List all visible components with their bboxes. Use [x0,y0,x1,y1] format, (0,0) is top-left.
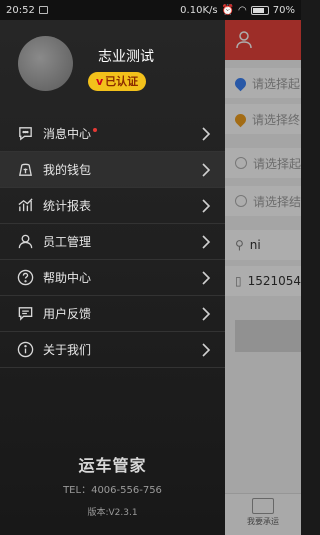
wallet-icon [16,161,34,179]
alarm-icon: ⏰ [221,4,235,16]
chevron-right-icon [201,126,211,142]
image-notification-icon [38,6,48,14]
verified-icon: v [96,75,104,88]
chevron-right-icon [201,270,211,286]
verified-badge: v 已认证 [88,72,147,91]
chevron-right-icon [201,342,211,358]
info-icon [16,341,34,359]
wifi-icon: ◠ [238,4,247,16]
chart-icon [16,197,34,215]
menu-item-messages[interactable]: 消息中心 [0,116,225,152]
network-speed: 0.10K/s [180,4,218,16]
avatar[interactable] [18,36,73,91]
help-icon [16,269,34,287]
menu-item-employees[interactable]: 员工管理 [0,224,225,260]
person-icon [16,233,34,251]
chevron-right-icon [201,198,211,214]
username: 志业测试 [98,49,154,65]
menu-item-feedback[interactable]: 用户反馈 [0,296,225,332]
chevron-right-icon [201,162,211,178]
status-time: 20:52 [6,4,35,16]
chevron-right-icon [201,234,211,250]
drawer-scrim[interactable] [225,20,301,535]
battery-icon [250,5,269,15]
app-version: 版本:V2.3.1 [87,508,138,518]
menu-item-about[interactable]: 关于我们 [0,332,225,368]
menu-item-reports[interactable]: 统计报表 [0,188,225,224]
unread-dot [93,127,98,132]
chevron-right-icon [201,306,211,322]
menu-item-help[interactable]: 帮助中心 [0,260,225,296]
drawer-menu: 消息中心 我的钱包 统计报表 员工管理 帮助中心 用户反馈 关于我们 [0,116,225,368]
app-brand: 运车管家 [78,456,147,475]
status-bar: 20:52 0.10K/s ⏰ ◠ 70% [0,0,301,20]
feedback-icon [16,305,34,323]
contact-phone[interactable]: TEL：4006-556-756 [0,481,225,496]
message-icon [16,125,34,143]
navigation-drawer: 志业测试 v 已认证 消息中心 我的钱包 统计报表 员工管理 帮助中心 用户反馈… [0,20,225,535]
battery-level: 70% [272,4,295,16]
menu-item-wallet[interactable]: 我的钱包 [0,152,225,188]
